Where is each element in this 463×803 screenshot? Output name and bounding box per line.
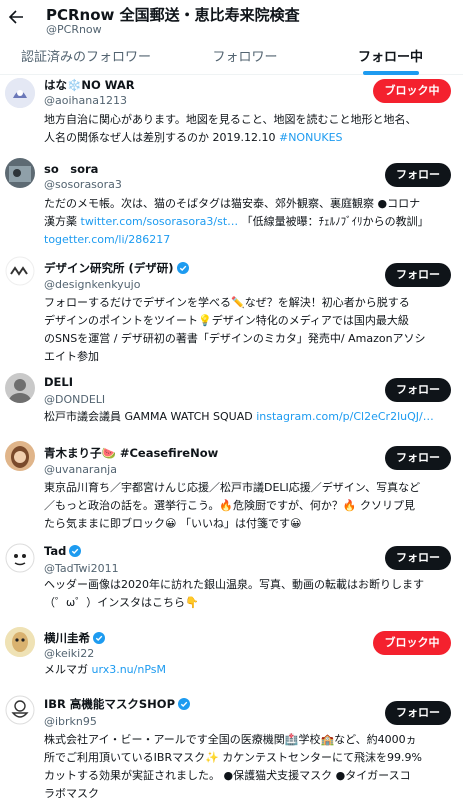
tab-bar: 認証済みのフォロワー フォロワー フォロー中 [0,44,463,75]
tab-verified-followers[interactable]: 認証済みのフォロワー [0,44,172,74]
user-handle: @ibrkn95 [44,715,97,728]
avatar[interactable] [5,373,35,403]
user-handle: @designkenkyujo [44,278,141,291]
verified-badge-icon [93,632,105,644]
avatar[interactable] [5,256,35,286]
user-row-keiki22[interactable]: 横川圭希 @keiki22 ブロック中 メルマガ urx3.nu/nPsM [0,625,463,691]
user-row-ibrkn95[interactable]: IBR 高機能マスクSHOP @ibrkn95 フォロー 株式会社アイ・ビー・ア… [0,691,463,800]
profile-header: PCRnow 全国郵送・恵比寿来院検査 @PCRnow [0,0,463,40]
user-row-sosorasora3[interactable]: so sora @sosorasora3 フォロー ただのメモ帳。次は、猫のそば… [0,153,463,251]
profile-handle: @PCRnow [46,23,102,36]
avatar[interactable] [5,441,35,471]
avatar[interactable] [5,543,35,573]
hashtag-link[interactable]: #NONUKES [279,131,343,144]
user-bio: 地方自治に関心があります。地図を見ること、地図を読むこと地形と地名、 人名の関係… [44,113,417,144]
user-name[interactable]: デザイン研究所 (デザ研) [44,260,189,276]
user-row-designkenkyujo[interactable]: デザイン研究所 (デザ研) @designkenkyujo フォロー フォローす… [0,251,463,367]
user-row-tadtwi2011[interactable]: Tad @TadTwi2011 フォロー ヘッダー画像は2020年に訪れた銀山温… [0,541,463,625]
bio-link[interactable]: urx3.nu/nPsM [92,663,167,676]
follow-button[interactable]: フォロー [385,446,451,470]
follow-button[interactable]: フォロー [385,163,451,187]
user-bio: 松戸市議会議員 GAMMA WATCH SQUAD instagram.com/… [44,410,434,423]
bio-link[interactable]: togetter.com/li/286217 [44,233,170,246]
arrow-left-icon[interactable] [8,9,24,25]
user-bio: 東京品川育ち／宇都宮けんじ応援／松戸市議DELI応援／デザイン、写真など ／もっ… [44,481,421,530]
tab-following[interactable]: フォロー中 [318,44,463,75]
verified-badge-icon [178,698,191,710]
user-handle: @uvanaranja [44,463,117,476]
user-name[interactable]: 青木まり子🍉 #CeasefireNow [44,445,218,461]
user-name[interactable]: はな❄️NO WAR [44,77,135,93]
profile-title: PCRnow 全国郵送・恵比寿来院検査 [46,6,300,24]
blocked-button[interactable]: ブロック中 [373,631,451,655]
follow-button[interactable]: フォロー [385,263,451,287]
user-handle: @aoihana1213 [44,94,127,107]
user-name[interactable]: 横川圭希 [44,630,105,646]
user-handle: @TadTwi2011 [44,562,119,575]
user-row-uvanaranja[interactable]: 青木まり子🍉 #CeasefireNow @uvanaranja フォロー 東京… [0,435,463,541]
follow-button[interactable]: フォロー [385,546,451,570]
blocked-button[interactable]: ブロック中 [373,79,451,103]
user-name[interactable]: so sora [44,161,98,177]
verified-badge-icon [69,545,82,557]
avatar[interactable] [5,78,35,108]
user-row-aoihana1213[interactable]: はな❄️NO WAR @aoihana1213 ブロック中 地方自治に関心があり… [0,75,463,153]
user-bio: メルマガ urx3.nu/nPsM [44,663,167,676]
avatar[interactable] [5,695,35,725]
avatar[interactable] [5,627,35,657]
bio-link[interactable]: twitter.com/sosorasora3/st… [81,215,239,228]
user-handle: @DONDELI [44,393,106,406]
user-name[interactable]: DELI [44,375,73,389]
verified-badge-icon [176,262,189,274]
user-row-dondeli[interactable]: DELI @DONDELI フォロー 松戸市議会議員 GAMMA WATCH S… [0,367,463,435]
user-handle: @keiki22 [44,647,95,660]
user-bio: ヘッダー画像は2020年に訪れた銀山温泉。写真、動画の転載はお断りします （゜ω… [44,578,424,609]
follow-button[interactable]: フォロー [385,378,451,402]
tab-followers[interactable]: フォロワー [172,44,318,74]
user-bio: フォローするだけでデザインを学べる✏️なぜ？を解決！初心者から脱する デザインの… [44,296,426,363]
user-handle: @sosorasora3 [44,178,122,191]
user-bio: ただのメモ帳。次は、猫のそばタグは猫安泰、郊外観察、裏庭観察 ●コロナ 漢方薬 … [44,197,429,246]
user-name[interactable]: IBR 高機能マスクSHOP [44,696,191,712]
follow-button[interactable]: フォロー [385,701,451,725]
user-bio: 株式会社アイ・ビー・アールです全国の医療機関🏥学校🏫など、約4000ヵ 所でご利… [44,733,422,800]
user-name[interactable]: Tad [44,544,82,558]
bio-link[interactable]: instagram.com/p/Cl2eCr2luQJ/… [256,410,434,423]
avatar[interactable] [5,158,35,188]
